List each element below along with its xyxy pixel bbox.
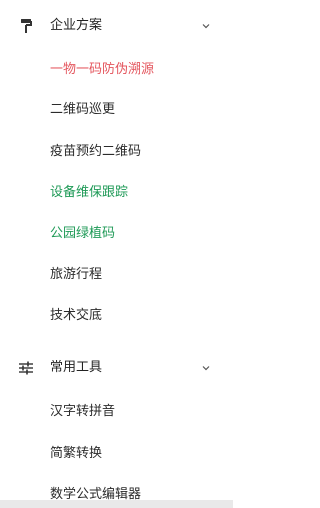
menu-item-simplified-traditional[interactable]: 简繁转换 [50,446,102,462]
menu-item-equipment-maintenance[interactable]: 设备维保跟踪 [50,185,128,201]
sidebar-menu: 企业方案 一物一码防伪溯源 二维码巡更 疫苗预约二维码 设备维保跟踪 公园绿植码… [0,0,233,508]
section-header-tools[interactable]: 常用工具 [0,348,233,388]
menu-item-park-plant-code[interactable]: 公园绿植码 [50,226,115,242]
menu-item-chinese-to-pinyin[interactable]: 汉字转拼音 [50,404,115,420]
menu-item-vaccine-qr[interactable]: 疫苗预约二维码 [50,144,141,160]
section-title: 企业方案 [50,18,103,33]
menu-item-travel-itinerary[interactable]: 旅游行程 [50,267,102,283]
section-title: 常用工具 [50,360,103,375]
menu-item-patrol-qr[interactable]: 二维码巡更 [50,102,115,118]
section-header-enterprise[interactable]: 企业方案 [0,6,233,46]
paint-roller-icon [21,19,32,33]
menu-item-technical-briefing[interactable]: 技术交底 [50,308,102,324]
bottom-scroll-shade [0,500,233,508]
sliders-icon [19,361,33,375]
chevron-down-icon[interactable] [201,363,211,373]
chevron-down-icon[interactable] [201,21,211,31]
menu-item-anti-counterfeit[interactable]: 一物一码防伪溯源 [50,62,154,78]
